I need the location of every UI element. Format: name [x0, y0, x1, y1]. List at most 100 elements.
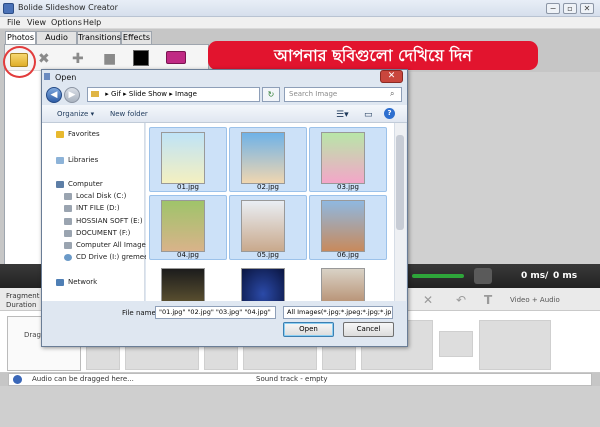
- breadcrumb-gif[interactable]: Gif: [111, 90, 121, 98]
- nav-drive-label: HOSSIAN SOFT (E:): [76, 217, 143, 225]
- fragment-label: Fragment: [6, 292, 40, 300]
- dialog-icon: [44, 73, 50, 80]
- file-tile[interactable]: 01.jpg: [149, 127, 227, 192]
- nav-drive-label: Computer All Image: [76, 241, 146, 249]
- maximize-button[interactable]: ▫: [563, 3, 577, 14]
- search-icon: ⌕: [390, 89, 395, 98]
- organize-button[interactable]: Organize ▾: [57, 110, 94, 118]
- breadcrumb-slide-show[interactable]: Slide Show: [129, 90, 167, 98]
- nav-drive-label: CD Drive (I:) gremee: [76, 253, 149, 261]
- file-tile[interactable]: [309, 263, 387, 301]
- new-folder-button[interactable]: New folder: [110, 110, 148, 118]
- storyboard-slot[interactable]: [243, 346, 317, 370]
- file-tile[interactable]: 03.jpg: [309, 127, 387, 192]
- tab-photos[interactable]: Photos: [5, 31, 36, 45]
- nav-libraries-label: Libraries: [68, 156, 99, 164]
- sound-track-status: Sound track - empty: [256, 375, 328, 383]
- view-options-icon[interactable]: ☰▾: [336, 110, 349, 120]
- bottom-area: [0, 386, 600, 427]
- storyboard-slot[interactable]: [204, 346, 238, 370]
- help-icon[interactable]: ?: [384, 108, 395, 119]
- time-separator: /: [545, 271, 549, 281]
- file-name: 01.jpg: [177, 183, 199, 191]
- close-button[interactable]: ✕: [580, 3, 594, 14]
- nav-computer-label: Computer: [68, 180, 103, 188]
- file-name: 05.jpg: [257, 251, 279, 259]
- nav-network[interactable]: Network: [56, 278, 159, 286]
- file-tile[interactable]: [229, 263, 307, 301]
- tab-effects[interactable]: Effects: [121, 31, 152, 44]
- annotation-circle: [3, 46, 36, 78]
- breadcrumb-image[interactable]: Image: [175, 90, 197, 98]
- file-name: 02.jpg: [257, 183, 279, 191]
- storyboard-slot[interactable]: [125, 346, 199, 370]
- storyboard-slot[interactable]: [479, 320, 551, 370]
- music-note-icon: [13, 375, 22, 384]
- image-thumbnail: [241, 132, 285, 184]
- tab-transitions[interactable]: Transitions: [77, 31, 121, 44]
- menu-help[interactable]: Help: [83, 18, 101, 27]
- image-thumbnail: [241, 200, 285, 252]
- menu-file[interactable]: File: [7, 18, 20, 27]
- file-tile[interactable]: [149, 263, 227, 301]
- storyboard-slot[interactable]: [322, 346, 356, 370]
- open-button[interactable]: Open: [283, 322, 334, 337]
- nav-network-label: Network: [68, 278, 98, 286]
- shape-icon[interactable]: ■: [103, 52, 116, 66]
- menu-view[interactable]: View: [27, 18, 46, 27]
- image-thumbnail: [161, 268, 205, 301]
- file-tile[interactable]: 05.jpg: [229, 195, 307, 260]
- address-bar[interactable]: ▸ Gif ▸ Slide Show ▸ Image: [87, 87, 260, 102]
- storyboard-slot[interactable]: [439, 331, 473, 357]
- file-name: 06.jpg: [337, 251, 359, 259]
- drive-icon: [64, 204, 72, 212]
- dialog-title: Open: [55, 73, 77, 82]
- scrollbar-thumb[interactable]: [396, 135, 404, 230]
- nav-computer[interactable]: Computer: [56, 180, 159, 188]
- minimize-button[interactable]: −: [546, 3, 560, 14]
- cancel-button[interactable]: Cancel: [343, 322, 394, 337]
- cut-icon[interactable]: ✕: [423, 293, 433, 307]
- file-name-label: File name:: [122, 309, 159, 317]
- file-name: 04.jpg: [177, 251, 199, 259]
- file-name: 03.jpg: [337, 183, 359, 191]
- back-button[interactable]: ◀: [46, 87, 62, 103]
- nav-favorites-label: Favorites: [68, 130, 100, 138]
- timeline-control-icon[interactable]: [474, 268, 492, 284]
- dialog-close-button[interactable]: ✕: [380, 70, 403, 83]
- image-thumbnail: [321, 132, 365, 184]
- nav-drive-label: INT FILE (D:): [76, 204, 120, 212]
- volume-slider[interactable]: [412, 274, 464, 278]
- current-time: 0 ms: [521, 271, 546, 281]
- nav-drive-label: DOCUMENT (F:): [76, 229, 131, 237]
- file-name-input[interactable]: "01.jpg" "02.jpg" "03.jpg" "04.jpg": [155, 306, 276, 319]
- preview-pane-icon[interactable]: ▭: [364, 110, 373, 120]
- app-icon: [3, 3, 14, 14]
- menu-options[interactable]: Options: [51, 18, 82, 27]
- network-icon: [56, 278, 64, 286]
- nav-favorites[interactable]: Favorites: [56, 130, 159, 138]
- file-tile[interactable]: 04.jpg: [149, 195, 227, 260]
- file-type-select[interactable]: All Images(*.jpg;*.jpeg;*.jpg;*.jp: [283, 306, 393, 319]
- color-swatch[interactable]: [133, 50, 149, 66]
- file-tile[interactable]: 06.jpg: [309, 195, 387, 260]
- drive-icon: [64, 229, 72, 237]
- rotate-icon[interactable]: ↶: [456, 293, 466, 307]
- delete-icon[interactable]: ✖: [38, 52, 50, 66]
- forward-button[interactable]: ▶: [64, 87, 80, 103]
- search-input[interactable]: Search Image: [284, 87, 402, 102]
- bengali-banner: আপনার ছবিগুলো দেখিয়ে দিন: [208, 41, 538, 70]
- cd-drive-icon: [64, 253, 72, 261]
- total-time: 0 ms: [553, 271, 578, 281]
- add-icon[interactable]: ✚: [72, 52, 84, 66]
- drive-icon: [64, 217, 72, 225]
- nav-libraries[interactable]: Libraries: [56, 156, 159, 164]
- film-strip-icon[interactable]: [166, 51, 186, 64]
- window-title: Bolide Slideshow Creator: [18, 3, 118, 12]
- tab-audio-files[interactable]: Audio files: [36, 31, 77, 54]
- command-bar: [42, 105, 407, 123]
- text-icon[interactable]: T: [484, 293, 492, 307]
- storyboard-slot[interactable]: [86, 346, 120, 370]
- file-tile[interactable]: 02.jpg: [229, 127, 307, 192]
- refresh-icon[interactable]: ↻: [262, 87, 280, 102]
